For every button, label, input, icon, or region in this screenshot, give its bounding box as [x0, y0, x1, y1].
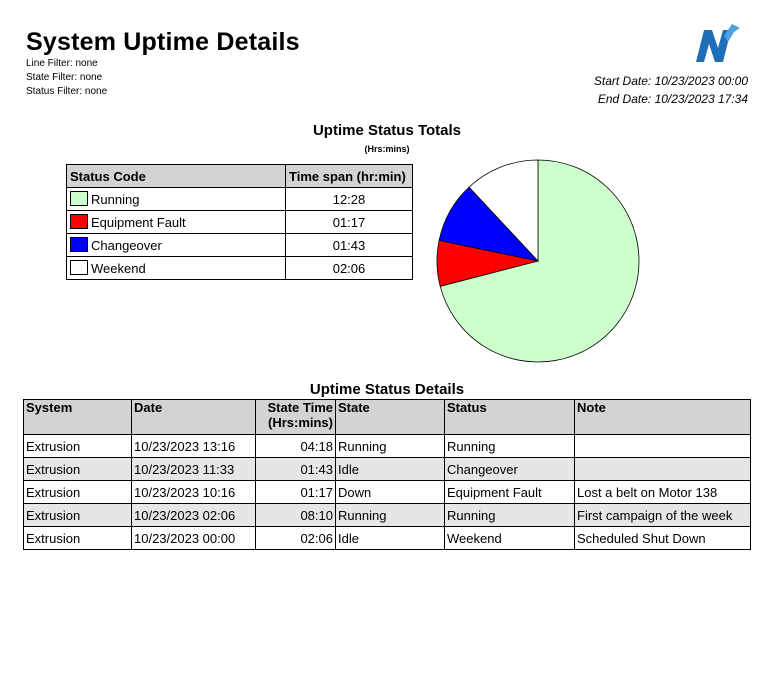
status-cell: Changeover — [444, 457, 575, 481]
status-code-label: Equipment Fault — [91, 215, 186, 230]
note-cell: Lost a belt on Motor 138 — [574, 480, 751, 504]
details-header-state-time: State Time (Hrs:mins) — [255, 399, 336, 435]
totals-subtitle: (Hrs:mins) — [364, 144, 410, 154]
page-title: System Uptime Details — [26, 28, 300, 56]
table-row: Extrusion 10/23/2023 13:16 04:18 Running Run… — [23, 434, 751, 458]
status-code-label: Weekend — [91, 261, 146, 276]
status-cell: Weekend — [444, 526, 575, 550]
note-cell: Scheduled Shut Down — [574, 526, 751, 550]
table-row: Extrusion 10/23/2023 11:33 01:43 Idle Change… — [23, 457, 751, 481]
state-time-cell: 04:18 — [255, 434, 336, 458]
details-table: System Date State Time (Hrs:mins) State S… — [23, 399, 751, 550]
state-cell: Running — [335, 503, 445, 527]
end-date: End Date: 10/23/2023 17:34 — [597, 92, 748, 106]
table-row: Extrusion 10/23/2023 00:00 02:06 Idle Weeken… — [23, 526, 751, 550]
note-cell — [574, 434, 751, 458]
note-cell — [574, 457, 751, 481]
details-title: Uptime Status Details — [309, 381, 465, 398]
state-time-cell: 08:10 — [255, 503, 336, 527]
note-cell: First campaign of the week — [574, 503, 751, 527]
color-swatch — [70, 214, 88, 229]
system-cell: Extrusion — [23, 457, 132, 481]
state-time-cell: 01:17 — [255, 480, 336, 504]
system-cell: Extrusion — [23, 526, 132, 550]
status-code-cell: Weekend — [66, 256, 286, 280]
status-code-cell: Running — [66, 187, 286, 211]
status-code-label: Running — [91, 192, 140, 207]
totals-row: Running 12:28 — [66, 187, 413, 211]
totals-row: Weekend 02:06 — [66, 256, 413, 280]
table-row: Extrusion 10/23/2023 10:16 01:17 Down Equipm… — [23, 480, 751, 504]
status-cell: Running — [444, 434, 575, 458]
state-cell: Idle — [335, 457, 445, 481]
date-cell: 10/23/2023 13:16 — [131, 434, 256, 458]
totals-table: Status Code Time span (hr:min) Running 12… — [66, 164, 413, 280]
table-row: Extrusion 10/23/2023 02:06 08:10 Running Run… — [23, 503, 751, 527]
details-header-status: Status — [444, 399, 575, 435]
state-filter: State Filter: none — [26, 72, 103, 83]
time-span-cell: 01:17 — [285, 210, 413, 234]
details-header-system: System — [23, 399, 132, 435]
color-swatch — [70, 260, 88, 275]
uptime-pie-chart — [436, 159, 640, 363]
totals-header-time-span: Time span (hr:min) — [285, 164, 413, 188]
status-code-label: Changeover — [91, 238, 162, 253]
state-cell: Running — [335, 434, 445, 458]
details-header-date: Date — [131, 399, 256, 435]
status-cell: Equipment Fault — [444, 480, 575, 504]
totals-row: Equipment Fault 01:17 — [66, 210, 413, 234]
status-code-cell: Changeover — [66, 233, 286, 257]
totals-header-status-code: Status Code — [66, 164, 286, 188]
system-cell: Extrusion — [23, 503, 132, 527]
color-swatch — [70, 237, 88, 252]
time-span-cell: 12:28 — [285, 187, 413, 211]
line-filter: Line Filter: none — [26, 58, 98, 69]
status-filter: Status Filter: none — [26, 86, 108, 97]
details-header-state: State — [335, 399, 445, 435]
date-cell: 10/23/2023 11:33 — [131, 457, 256, 481]
status-cell: Running — [444, 503, 575, 527]
state-cell: Down — [335, 480, 445, 504]
state-time-cell: 02:06 — [255, 526, 336, 550]
date-cell: 10/23/2023 02:06 — [131, 503, 256, 527]
totals-title: Uptime Status Totals — [312, 122, 462, 139]
color-swatch — [70, 191, 88, 206]
start-date: Start Date: 10/23/2023 00:00 — [593, 74, 748, 88]
system-cell: Extrusion — [23, 434, 132, 458]
time-span-cell: 02:06 — [285, 256, 413, 280]
state-cell: Idle — [335, 526, 445, 550]
totals-row: Changeover 01:43 — [66, 233, 413, 257]
date-cell: 10/23/2023 00:00 — [131, 526, 256, 550]
state-time-cell: 01:43 — [255, 457, 336, 481]
system-cell: Extrusion — [23, 480, 132, 504]
details-header-note: Note — [574, 399, 751, 435]
date-cell: 10/23/2023 10:16 — [131, 480, 256, 504]
logo-icon — [696, 24, 740, 62]
time-span-cell: 01:43 — [285, 233, 413, 257]
status-code-cell: Equipment Fault — [66, 210, 286, 234]
